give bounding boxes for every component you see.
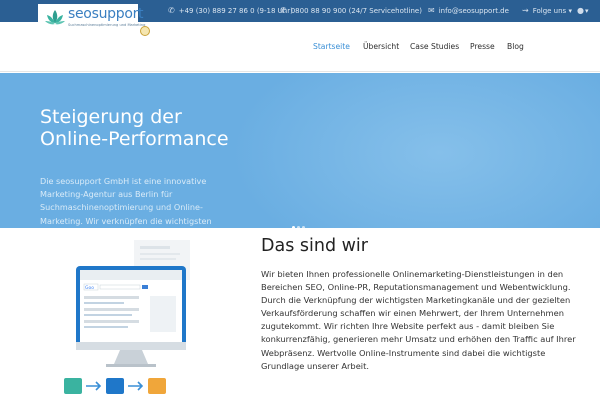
follow-us-dropdown[interactable]: ⇝ Folge uns ▾ [522, 0, 572, 22]
caret-down-icon: ▾ [584, 7, 589, 15]
share-icon: ⇝ [522, 6, 529, 15]
email-contact[interactable]: ✉ info@seosupport.de [428, 0, 509, 22]
logo-wordmark: seosupport [68, 6, 144, 22]
slider-dots [292, 214, 307, 228]
hero-background-glow [230, 73, 600, 228]
section-body-text: Wir bieten Ihnen professionelle Onlinema… [261, 269, 576, 371]
globe-icon: ● [577, 6, 584, 15]
nav-item-uebersicht[interactable]: Übersicht [363, 42, 399, 51]
award-seal-icon [140, 26, 150, 36]
hero-title-line-1: Steigerung der [40, 106, 182, 128]
nav-item-startseite[interactable]: Startseite [313, 42, 350, 51]
envelope-icon: ✉ [428, 6, 435, 15]
nav-item-case-studies[interactable]: Case Studies [410, 42, 459, 51]
site-logo[interactable]: seosupport Suchmaschinenoptimierung und … [38, 4, 145, 32]
hero-title-line-2: Online-Performance [40, 128, 229, 150]
hotline-contact[interactable]: ✆ 0800 88 90 900 (24/7 Servicehotline) [280, 0, 422, 22]
nav-item-blog[interactable]: Blog [507, 42, 524, 51]
seo-monitor-illustration: Goo [64, 240, 190, 394]
language-dropdown[interactable]: ●▾ [577, 0, 589, 22]
phone-icon: ✆ [168, 6, 175, 15]
hotline-text: 0800 88 90 900 (24/7 Servicehotline) [290, 7, 422, 15]
nav-item-presse[interactable]: Presse [470, 42, 495, 51]
slider-dot[interactable] [302, 226, 305, 228]
hero-title: Steigerung der Online-Performance [40, 106, 340, 150]
slider-dot[interactable] [292, 226, 295, 228]
svg-text:Goo: Goo [85, 285, 94, 291]
phone-contact[interactable]: ✆ +49 (30) 889 27 86 0 (9-18 Uhr) [168, 0, 293, 22]
follow-us-label: Folge uns [532, 7, 567, 15]
hero-description: Die seosupport GmbH ist eine innovative … [40, 176, 212, 226]
lotus-logo-icon [45, 10, 65, 25]
email-text: info@seosupport.de [438, 7, 509, 15]
phone-icon: ✆ [280, 6, 287, 15]
slider-dot[interactable] [297, 226, 300, 228]
caret-down-icon: ▾ [568, 7, 572, 15]
hero-slider: Steigerung der Online-Performance Die se… [0, 73, 600, 228]
logo-tagline: Suchmaschinenoptimierung und Marketing [68, 23, 146, 27]
section-title: Das sind wir [261, 236, 368, 256]
phone-text: +49 (30) 889 27 86 0 (9-18 Uhr) [178, 7, 293, 15]
